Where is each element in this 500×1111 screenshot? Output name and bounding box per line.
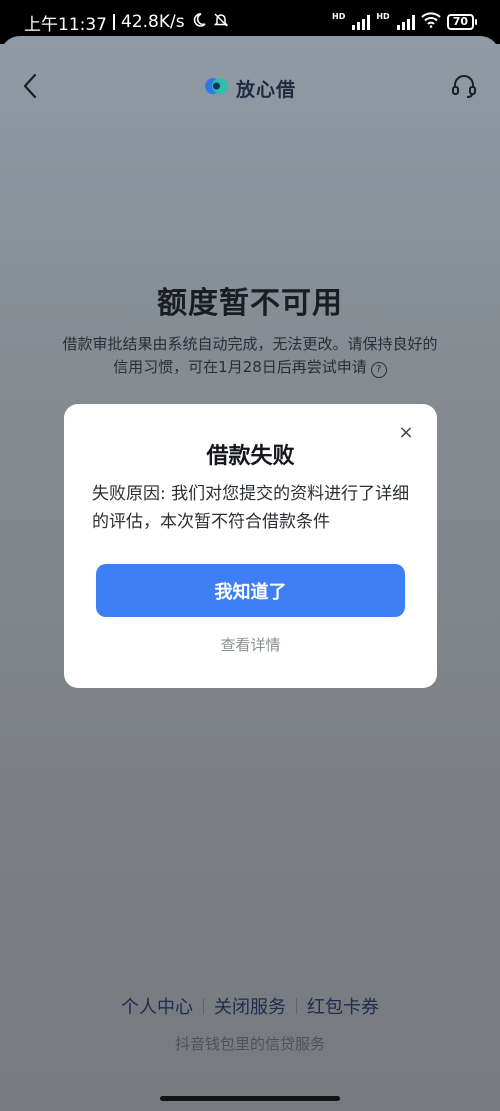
footer-link-close-service[interactable]: 关闭服务	[214, 993, 286, 1019]
footer-links: 个人中心 关闭服务 红包卡券	[0, 993, 500, 1019]
subtitle-line-2: 信用习惯，可在1月28日后再尝试申请	[113, 358, 367, 376]
footer-link-personal-center[interactable]: 个人中心	[121, 993, 193, 1019]
footer-note: 抖音钱包里的信贷服务	[174, 1035, 325, 1053]
signal-icon	[352, 14, 371, 30]
bell-off-icon	[213, 12, 229, 33]
hd-label: HD	[332, 11, 346, 21]
view-details-link[interactable]: 查看详情	[64, 634, 437, 655]
brand-logo-icon	[204, 75, 230, 101]
subtitle-line-1: 借款审批结果由系统自动完成，无法更改。请保持良好的	[62, 335, 438, 353]
moon-icon	[191, 12, 207, 33]
screen: 上午11:37 42.8K/s HD HD 70 放心借 额度暂不可用 借款审批…	[0, 0, 500, 1111]
wifi-icon	[420, 11, 441, 33]
loan-failed-dialog: × 借款失败 失败原因: 我们对您提交的资料进行了详细的评估，本次暂不符合借款条…	[64, 404, 437, 688]
footer-divider	[203, 998, 204, 1014]
home-indicator[interactable]	[160, 1096, 340, 1101]
page-title: 额度暂不可用	[157, 286, 343, 321]
signal-icon-2	[396, 14, 415, 30]
back-button[interactable]	[16, 73, 44, 103]
chevron-left-icon	[22, 73, 38, 103]
hd-label-2: HD	[376, 11, 390, 21]
status-divider	[113, 14, 115, 30]
brand: 放心借	[204, 75, 296, 102]
customer-service-button[interactable]	[448, 72, 480, 104]
footer-divider	[296, 998, 297, 1014]
nav-bar: 放心借	[0, 60, 500, 116]
status-time: 上午11:37	[24, 14, 107, 35]
page-subtitle: 借款审批结果由系统自动完成，无法更改。请保持良好的 信用习惯，可在1月28日后再…	[40, 333, 460, 379]
headset-icon	[450, 72, 478, 104]
dialog-message: 失败原因: 我们对您提交的资料进行了详细的评估，本次暂不符合借款条件	[92, 484, 410, 532]
dialog-title: 借款失败	[206, 444, 295, 469]
battery-icon: 70	[446, 14, 478, 30]
status-net-speed: 42.8K/s	[121, 12, 185, 32]
footer-link-coupons[interactable]: 红包卡券	[307, 993, 379, 1019]
help-icon[interactable]: ?	[370, 362, 387, 378]
acknowledge-button[interactable]: 我知道了	[96, 564, 405, 617]
brand-name: 放心借	[235, 78, 296, 101]
